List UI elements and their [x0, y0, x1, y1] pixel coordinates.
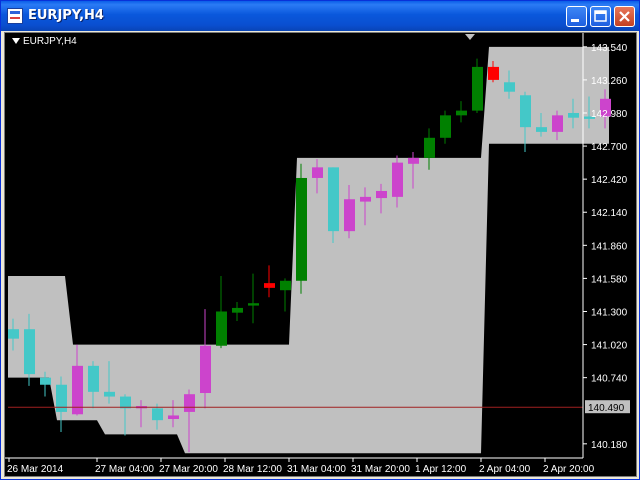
- symbol-timeframe-label[interactable]: EURJPY,H4: [12, 36, 77, 47]
- maximize-button[interactable]: [590, 6, 611, 27]
- x-tick-label: 31 Mar 20:00: [351, 464, 410, 475]
- candle-body: [440, 115, 451, 138]
- candle-body: [376, 190, 387, 199]
- candle-body: [280, 280, 291, 291]
- x-tick-label: 2 Apr 20:00: [543, 464, 595, 475]
- y-tick-label: 143.540: [591, 43, 628, 54]
- candle-body: [152, 408, 163, 421]
- candle-body: [184, 394, 195, 412]
- y-tick-label: 141.020: [591, 341, 628, 352]
- candle-body: [408, 157, 419, 164]
- x-tick-label: 27 Mar 20:00: [159, 464, 218, 475]
- candle-body: [200, 345, 211, 394]
- y-tick-label: 143.260: [591, 76, 628, 87]
- minimize-button[interactable]: [566, 6, 587, 27]
- candle-body: [312, 167, 323, 178]
- candle-body: [536, 127, 547, 132]
- x-tick-label: 28 Mar 12:00: [223, 464, 282, 475]
- candle-body: [392, 162, 403, 197]
- y-tick-label: 142.420: [591, 175, 628, 186]
- candle-body: [248, 303, 259, 306]
- candle-body: [504, 82, 515, 92]
- y-tick-label: 140.740: [591, 374, 628, 385]
- y-tick-label: 142.140: [591, 208, 628, 219]
- channel-band: [8, 46, 609, 454]
- x-tick-label: 27 Mar 04:00: [95, 464, 154, 475]
- candle-body: [24, 329, 35, 375]
- close-icon: [619, 11, 630, 22]
- chart-area[interactable]: 143.540 143.260 142.980 142.700 142.420 142.1…: [4, 32, 637, 477]
- candle-body: [8, 329, 19, 339]
- x-tick-label: 31 Mar 04:00: [287, 464, 346, 475]
- y-tick-label: 141.300: [591, 307, 628, 318]
- candle-body: [344, 199, 355, 232]
- candle-body: [328, 167, 339, 232]
- maximize-icon: [594, 10, 607, 22]
- y-tick-label: 141.860: [591, 241, 628, 252]
- candle-body: [456, 110, 467, 116]
- y-tick-label: 142.700: [591, 142, 628, 153]
- y-tick-label: 142.980: [591, 109, 628, 120]
- price-chart[interactable]: 143.540 143.260 142.980 142.700 142.420 142.1…: [5, 33, 636, 476]
- candle-body: [424, 137, 435, 158]
- x-tick-label: 26 Mar 2014: [7, 464, 64, 475]
- chart-symbol-text: EURJPY,H4: [23, 36, 77, 47]
- chart-window-icon: [7, 8, 23, 24]
- candle-body: [568, 112, 579, 118]
- candle-body: [40, 377, 51, 385]
- chart-window: EURJPY,H4 143.540 143.260 142.980 142.700 14…: [0, 0, 640, 480]
- x-tick-label: 1 Apr 12:00: [415, 464, 467, 475]
- title-bar[interactable]: EURJPY,H4: [1, 1, 639, 31]
- candle-body: [232, 307, 243, 313]
- candle-body: [552, 115, 563, 132]
- triangle-down-icon: [12, 38, 20, 45]
- candle-body: [360, 196, 371, 202]
- chart-shift-marker-icon[interactable]: [465, 34, 475, 40]
- y-tick-label: 140.180: [591, 440, 628, 451]
- y-tick-label: 141.580: [591, 274, 628, 285]
- candle-body: [56, 384, 67, 412]
- candle-body: [104, 391, 115, 397]
- minimize-icon: [571, 19, 579, 22]
- candle-body: [216, 311, 227, 346]
- candle-body: [120, 396, 131, 409]
- candle-body: [472, 66, 483, 111]
- candle-body: [296, 177, 307, 281]
- candle-body: [168, 415, 179, 420]
- candle-body: [88, 365, 99, 392]
- candle-body: [264, 283, 275, 288]
- current-price-label: 140.490: [588, 403, 625, 414]
- candle-body: [520, 95, 531, 128]
- candle-body: [488, 66, 499, 80]
- x-tick-label: 2 Apr 04:00: [479, 464, 531, 475]
- window-title: EURJPY,H4: [28, 8, 104, 23]
- close-button[interactable]: [614, 6, 635, 27]
